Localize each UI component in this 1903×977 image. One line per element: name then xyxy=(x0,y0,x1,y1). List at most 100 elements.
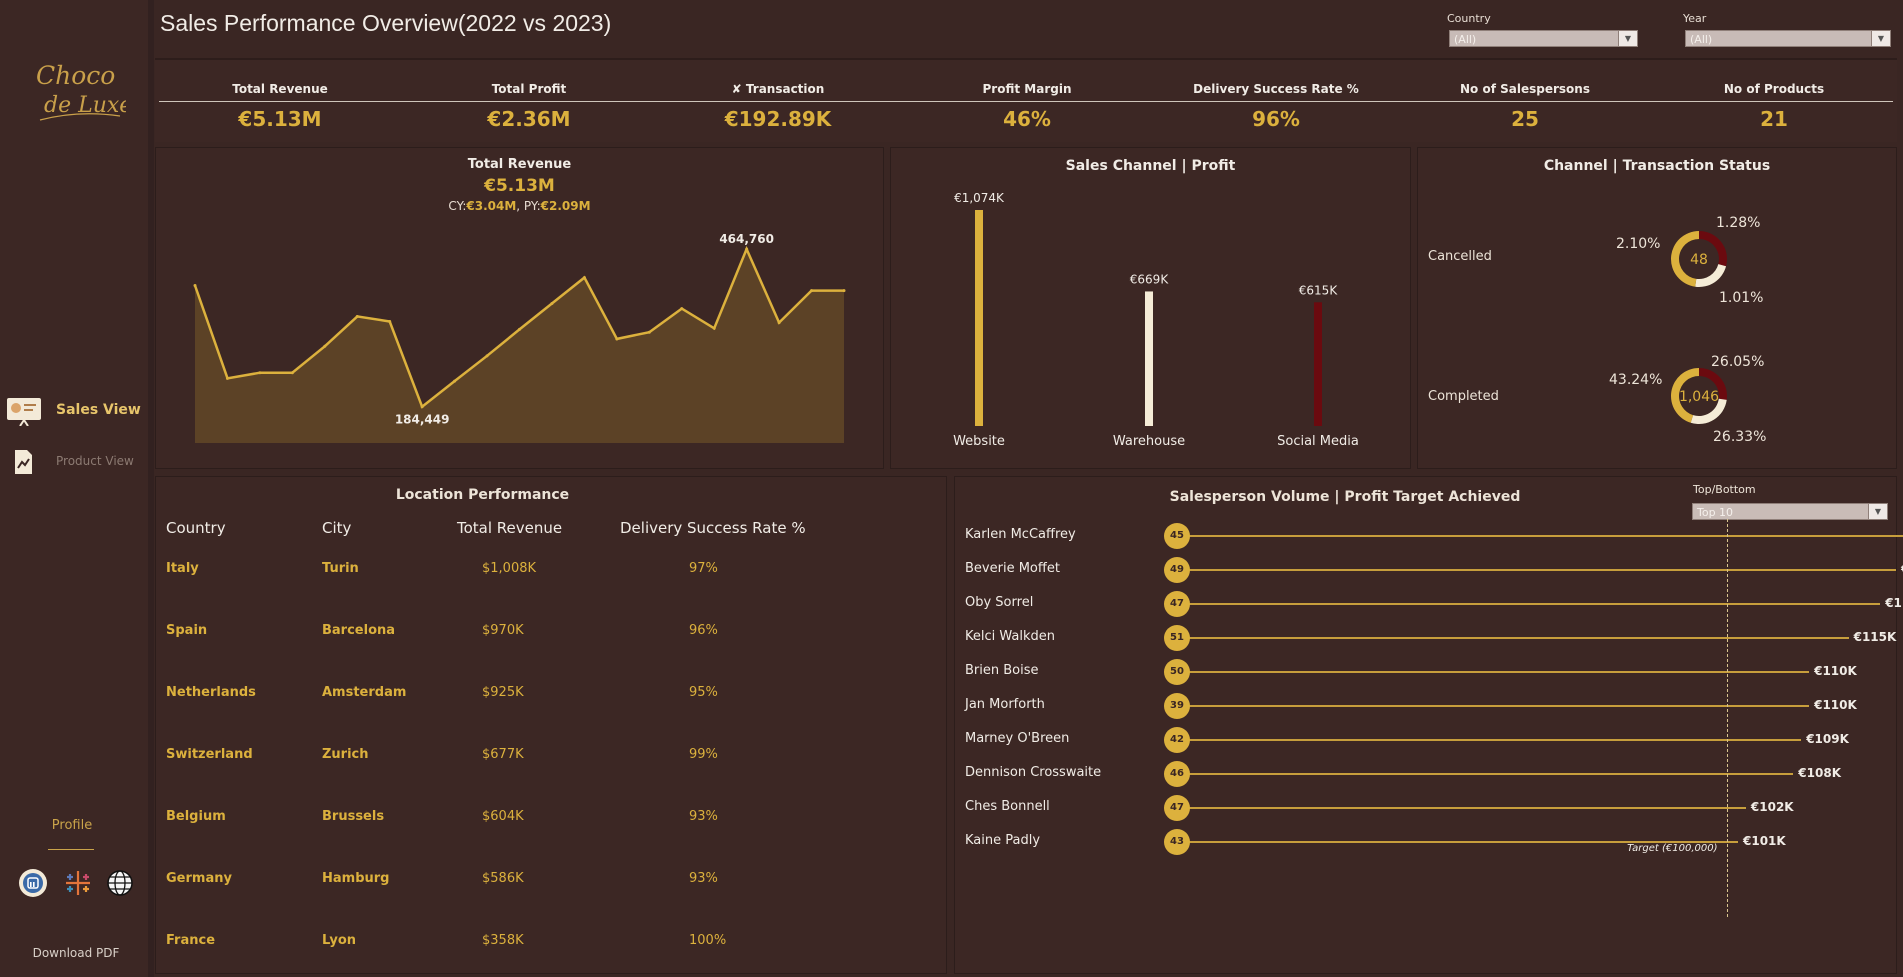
chevron-down-icon: ▼ xyxy=(1871,31,1890,46)
table-cell-revenue: $925K xyxy=(482,685,524,700)
revenue-point xyxy=(712,326,716,330)
salesperson-panel-title: Salesperson Volume | Profit Target Achie… xyxy=(1169,489,1521,505)
revenue-point xyxy=(355,314,359,318)
revenue-area-fill xyxy=(195,249,844,443)
table-cell-revenue: $677K xyxy=(482,747,524,762)
revenue-point xyxy=(290,371,294,375)
kpi-delivery-success-rate: Delivery Success Rate % 96% xyxy=(1176,82,1376,131)
table-cell-rate: 95% xyxy=(689,685,718,700)
profit-bar xyxy=(1178,739,1802,741)
revenue-annotation: 464,760 xyxy=(719,232,774,246)
table-cell-rate: 97% xyxy=(689,561,718,576)
table-cell-revenue: $1,008K xyxy=(482,561,537,576)
revenue-annotation: 184,449 xyxy=(395,413,450,427)
salesperson-name: Dennison Crosswaite xyxy=(965,765,1102,780)
revenue-point xyxy=(420,405,424,409)
profit-value-label: €110K xyxy=(1814,698,1857,712)
table-cell-city: Turin xyxy=(322,561,359,576)
download-pdf-button[interactable]: Download PDF xyxy=(0,946,152,960)
channel-value-label: €1,074K xyxy=(954,191,1005,205)
nav-label-sales-view: Sales View xyxy=(56,402,141,418)
col-header-city: City xyxy=(322,519,352,537)
table-cell-city: Brussels xyxy=(322,809,385,824)
table-cell-country: Spain xyxy=(166,623,208,638)
col-header-total-revenue: Total Revenue xyxy=(457,519,563,537)
profit-value-label: €102K xyxy=(1750,800,1794,814)
sidebar: Choco de Luxe Sales View Product View Pr… xyxy=(0,0,154,977)
revenue-point xyxy=(745,247,749,251)
revenue-point xyxy=(518,327,521,331)
country-filter-label: Country xyxy=(1447,12,1491,25)
country-filter-select[interactable]: (All) ▼ xyxy=(1449,30,1638,47)
col-header-country: Country xyxy=(166,519,226,537)
chevron-down-icon: ▼ xyxy=(1868,504,1887,519)
table-cell-city: Zurich xyxy=(322,747,369,762)
kpi-products: No of Products 21 xyxy=(1674,82,1874,131)
kpi-salespersons: No of Salespersons 25 xyxy=(1425,82,1625,131)
revenue-area-chart: 464,760 184,449 xyxy=(193,232,846,443)
kpi-transaction: ✘ Transaction €192.89K xyxy=(678,82,878,131)
kpi-value: 46% xyxy=(1003,107,1051,131)
table-cell-rate: 100% xyxy=(689,933,727,948)
volume-bubble: 47 xyxy=(1164,591,1190,617)
salesperson-name: Ches Bonnell xyxy=(965,799,1050,814)
volume-bubble: 51 xyxy=(1164,625,1190,651)
table-cell-country: Germany xyxy=(166,871,232,886)
revenue-point xyxy=(810,289,814,293)
volume-bubble: 49 xyxy=(1164,557,1190,583)
table-cell-revenue: $358K xyxy=(482,933,524,948)
channel-value-label: €615K xyxy=(1299,283,1339,297)
globe-icon[interactable] xyxy=(105,868,135,898)
channel-bar-chart: €1,074K Website €669K Warehouse €615K Social … xyxy=(953,191,1359,449)
linkedin-icon[interactable] xyxy=(18,868,48,898)
table-cell-rate: 96% xyxy=(689,623,718,638)
country-filter-value: (All) xyxy=(1454,33,1477,46)
profile-label: Profile xyxy=(51,818,93,833)
table-cell-city: Barcelona xyxy=(322,623,396,638)
nav-item-sales-view[interactable]: Sales View xyxy=(0,392,148,432)
status-donut-charts: 48 1,046 xyxy=(1670,231,1727,424)
salesperson-name: Marney O'Breen xyxy=(965,731,1070,746)
kpi-total-profit: Total Profit €2.36M xyxy=(429,82,629,131)
volume-bubble: 50 xyxy=(1164,659,1190,685)
kpi-strip: Total Revenue €5.13M Total Profit €2.36M… xyxy=(155,58,1897,142)
nav-item-product-view[interactable]: Product View xyxy=(0,444,148,484)
completed-pct-a: 26.05% xyxy=(1711,354,1765,370)
salesperson-name: Beverie Moffet xyxy=(965,561,1060,576)
table-cell-rate: 99% xyxy=(689,747,718,762)
kpi-label: ✘ Transaction xyxy=(731,82,825,96)
table-cell-country: Italy xyxy=(166,561,199,576)
document-chart-icon xyxy=(15,450,32,474)
table-cell-revenue: $586K xyxy=(482,871,524,886)
presentation-icon xyxy=(7,398,41,426)
table-cell-country: Switzerland xyxy=(166,747,253,762)
profit-value-label: €101K xyxy=(1743,834,1786,848)
top-bottom-filter-select[interactable]: Top 10 ▼ xyxy=(1692,503,1888,520)
revenue-point xyxy=(647,330,651,334)
profit-bar xyxy=(1178,603,1881,605)
location-performance-panel: Location Performance Country City Total … xyxy=(155,476,947,974)
salesperson-name: Karlen McCaffrey xyxy=(965,527,1076,542)
chevron-down-icon: ▼ xyxy=(1618,31,1637,46)
kpi-profit-margin: Profit Margin 46% xyxy=(927,82,1127,131)
revenue-point xyxy=(485,354,489,358)
logo-text-1: Choco xyxy=(36,61,115,90)
table-cell-country: France xyxy=(166,933,216,948)
channel-bar-website xyxy=(975,210,983,426)
profit-value-label: €110K xyxy=(1814,664,1857,678)
table-cell-revenue: $604K xyxy=(482,809,524,824)
kpi-value: 21 xyxy=(1760,107,1788,131)
donut-center-count: 1,046 xyxy=(1679,389,1719,405)
year-filter-select[interactable]: (All) ▼ xyxy=(1685,30,1891,47)
table-cell-country: Netherlands xyxy=(166,685,256,700)
kpi-label: Profit Margin xyxy=(982,82,1072,96)
sales-channel-profit-panel: Sales Channel | Profit €1,074K Website €66… xyxy=(890,147,1411,469)
profit-bar xyxy=(1178,807,1746,809)
tableau-icon[interactable] xyxy=(63,868,93,898)
revenue-point xyxy=(193,284,197,287)
kpi-label: Delivery Success Rate % xyxy=(1193,82,1359,96)
salesperson-panel: Salesperson Volume | Profit Target Achie… xyxy=(954,476,1903,974)
kpi-label: No of Products xyxy=(1723,82,1825,96)
nav-label-product-view: Product View xyxy=(56,454,134,468)
profit-value-label: €119K xyxy=(1885,596,1903,610)
